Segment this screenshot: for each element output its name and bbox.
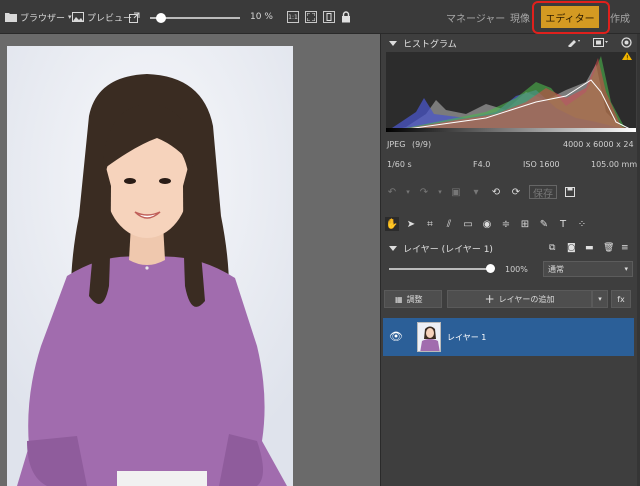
more-tools-icon[interactable]: ⁘	[575, 217, 589, 231]
histogram-title: ヒストグラム	[403, 39, 457, 50]
image-dimensions: 4000 x 6000 x 24	[563, 140, 634, 149]
hand-tool-icon[interactable]: ✋	[385, 217, 399, 231]
lock-icon[interactable]	[341, 0, 351, 34]
fit-screen-icon[interactable]	[305, 11, 317, 23]
browser-button[interactable]: ブラウザー ▾	[5, 0, 72, 34]
redo-icon[interactable]: ↷	[417, 185, 431, 199]
zoom-level: 10 %	[250, 12, 273, 22]
gradient-icon[interactable]: ≑	[499, 217, 513, 231]
chevron-down-icon[interactable]: ▾	[437, 185, 443, 199]
zoom-1to1-button[interactable]: 1:1	[287, 11, 299, 23]
flip-icon[interactable]: ⟳	[509, 185, 523, 199]
edit-tools: ✋ ➤ ⌗ ⫽ ▭ ◉ ≑ ⊞ ✎ T ⁘	[385, 215, 589, 233]
add-layer-dropdown[interactable]: ▾	[592, 290, 608, 308]
layers-header[interactable]: レイヤー (レイヤー 1) ⧉ ◙ ▬ 🗑 ≡	[381, 240, 640, 256]
tab-create[interactable]: 作成	[610, 0, 630, 34]
healing-icon[interactable]: ✎	[537, 217, 551, 231]
duplicate-layer-icon[interactable]: ⧉	[549, 243, 555, 253]
folder-icon	[5, 12, 17, 22]
clone-stamp-icon[interactable]: ⊞	[518, 217, 532, 231]
opacity-slider-knob[interactable]	[486, 264, 495, 273]
aperture: F4.0	[473, 160, 491, 169]
circle-settings-icon[interactable]	[621, 37, 632, 51]
editor-tab-highlight	[532, 1, 610, 34]
focal-length: 105.00 mm	[591, 160, 638, 169]
adjust-button[interactable]: ▦ 調整	[384, 290, 442, 308]
add-layer-button[interactable]: + レイヤーの追加	[447, 290, 592, 308]
opacity-value: 100%	[505, 265, 528, 274]
delete-layer-icon[interactable]: 🗑	[603, 243, 614, 253]
plus-icon: +	[484, 292, 495, 306]
external-open-icon[interactable]	[129, 0, 140, 34]
fx-button[interactable]: fx	[611, 290, 631, 308]
tab-manager[interactable]: マネージャー	[446, 0, 505, 34]
collapse-triangle-icon	[389, 40, 397, 46]
adjust-grid-icon: ▦	[395, 294, 403, 304]
opacity-slider-track[interactable]	[389, 268, 489, 270]
brush-selection-icon[interactable]: ▭	[461, 217, 475, 231]
image-history-icon[interactable]: ▣	[449, 185, 463, 199]
svg-text:!: !	[626, 55, 628, 62]
text-tool-icon[interactable]: T	[556, 217, 570, 231]
layer-thumbnail	[417, 322, 441, 352]
chevron-down-icon[interactable]: ▾	[405, 185, 411, 199]
add-layer-label: レイヤーの追加	[498, 294, 555, 304]
file-format-line: JPEG (9/9)	[387, 140, 431, 149]
layer-row[interactable]: 👁 レイヤー 1	[383, 318, 634, 356]
blend-mode-select[interactable]: 通常 ▾	[543, 261, 633, 277]
blend-mode-value: 通常	[548, 264, 564, 274]
shutter-speed: 1/60 s	[387, 160, 412, 169]
history-toolbar: ↶ ▾ ↷ ▾ ▣ ▾ ⟲ ⟳ 保存	[385, 183, 577, 201]
iso: ISO 1600	[523, 160, 560, 169]
image-icon	[72, 12, 84, 22]
top-toolbar: ブラウザー ▾ プレビュー 10 % 1:1 マネージャー 現像 エディター 作…	[0, 0, 640, 34]
photo	[7, 46, 293, 486]
preview-label: プレビュー	[87, 13, 133, 24]
zoom-slider-knob[interactable]	[156, 13, 166, 23]
file-format: JPEG	[387, 140, 406, 149]
fit-height-icon[interactable]	[323, 11, 335, 23]
right-panel: ヒストグラム ! JPEG (9/9) 4000 x 6000 x 24 1/6…	[380, 34, 640, 486]
save-label: 保存	[533, 188, 553, 200]
undo-icon[interactable]: ↶	[385, 185, 399, 199]
layers-title: レイヤー (レイヤー 1)	[403, 244, 493, 255]
file-index: (9/9)	[411, 140, 432, 149]
select-arrow-icon[interactable]: ➤	[404, 217, 418, 231]
layer-name: レイヤー 1	[447, 333, 487, 342]
straighten-icon[interactable]: ⫽	[442, 217, 456, 231]
eyedropper-icon[interactable]	[567, 37, 581, 50]
red-eye-icon[interactable]: ◉	[480, 217, 494, 231]
chevron-down-icon: ▾	[598, 295, 602, 303]
chevron-down-icon: ▾	[624, 265, 628, 273]
preview-button[interactable]: プレビュー	[72, 0, 132, 34]
layer-mask-icon[interactable]: ◙	[567, 243, 576, 253]
display-mode-icon[interactable]	[593, 38, 609, 50]
fx-label: fx	[617, 294, 625, 304]
chevron-down-icon: ▾	[68, 13, 72, 21]
folder-icon[interactable]: ▬	[585, 243, 594, 253]
collapse-triangle-icon	[389, 245, 397, 251]
histogram-graph: !	[385, 52, 637, 133]
browser-label: ブラウザー	[20, 13, 66, 24]
menu-icon[interactable]: ≡	[621, 243, 629, 253]
histogram-header[interactable]: ヒストグラム	[381, 35, 640, 51]
dropdown-icon[interactable]: ▾	[469, 185, 483, 199]
rotate-icon[interactable]: ⟲	[489, 185, 503, 199]
image-canvas[interactable]	[0, 34, 378, 486]
adjust-label: 調整	[406, 294, 423, 304]
save-disk-icon[interactable]	[563, 185, 577, 199]
crop-icon[interactable]: ⌗	[423, 217, 437, 231]
eye-visibility-icon[interactable]: 👁	[389, 330, 403, 343]
tab-develop[interactable]: 現像	[510, 0, 530, 34]
save-button[interactable]: 保存	[529, 185, 557, 200]
